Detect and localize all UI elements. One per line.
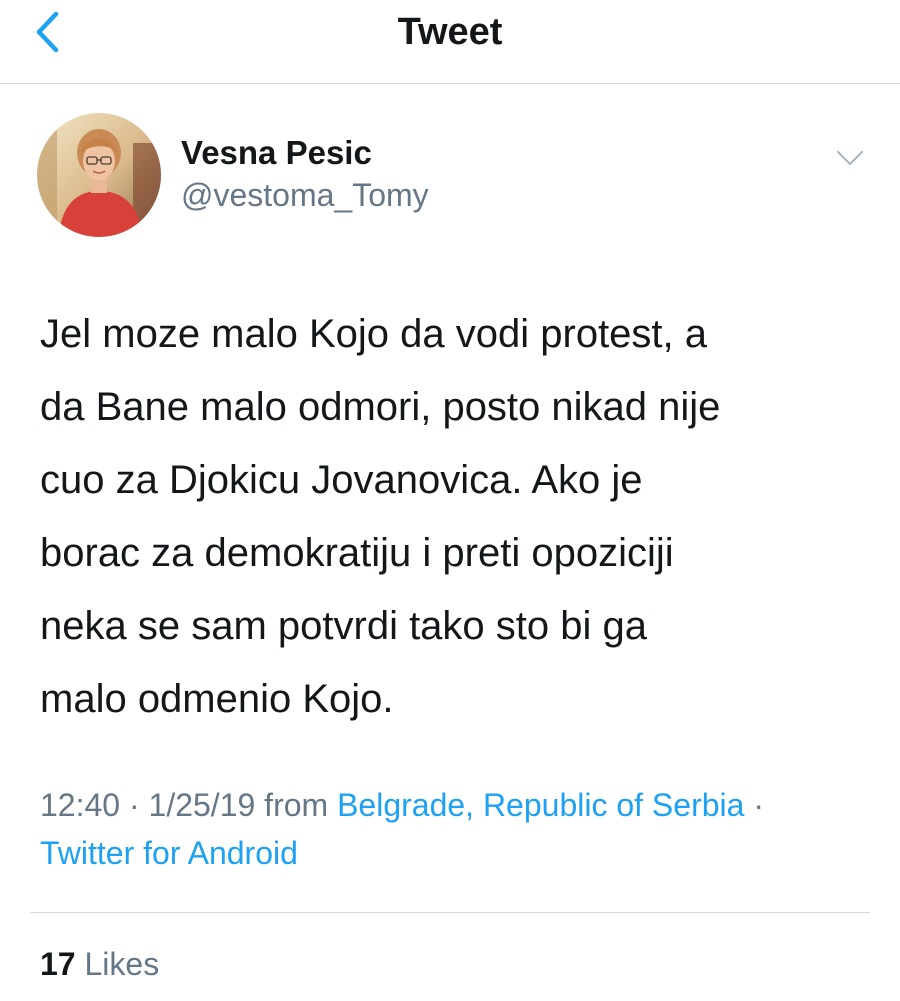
author-display-name[interactable]: Vesna Pesic [181,134,372,172]
author-handle[interactable]: @vestoma_Tomy [181,176,429,214]
tweet-meta: 12:40 · 1/25/19 from Belgrade, Republic … [40,781,880,877]
tweet-time: 12:40 [40,787,121,823]
likes-label: Likes [84,946,160,982]
location-link[interactable]: Belgrade, Republic of Serbia [337,787,744,823]
tweet-text-line: Jel moze malo Kojo da vodi protest, a [40,312,708,356]
from-label: from [264,787,329,823]
top-nav-bar: Tweet [0,0,900,84]
tweet-date: 1/25/19 [148,787,256,823]
tweet-text-line: da Bane malo odmori, posto nikad nije [40,385,721,429]
tweet-text-line: neka se sam potvrdi tako sto bi ga [40,604,647,648]
tweet-menu-button[interactable] [828,140,872,176]
tweet-text-line: cuo za Djokicu Jovanovica. Ako je [40,458,643,502]
tweet-text: Jel moze malo Kojo da vodi protest, a da… [40,298,870,736]
page-title: Tweet [397,11,503,53]
source-app-link[interactable]: Twitter for Android [40,835,298,871]
likes-stat[interactable]: 17 Likes [40,944,159,984]
tweet-text-line: malo odmenio Kojo. [40,677,394,721]
meta-separator: · [128,787,140,823]
likes-count: 17 [40,946,76,982]
avatar[interactable] [37,113,161,237]
meta-separator: · [753,787,764,823]
tweet-text-line: borac za demokratiju i preti opoziciji [40,531,674,575]
profile-photo [37,113,161,237]
chevron-down-icon [836,150,864,166]
divider [30,912,870,913]
